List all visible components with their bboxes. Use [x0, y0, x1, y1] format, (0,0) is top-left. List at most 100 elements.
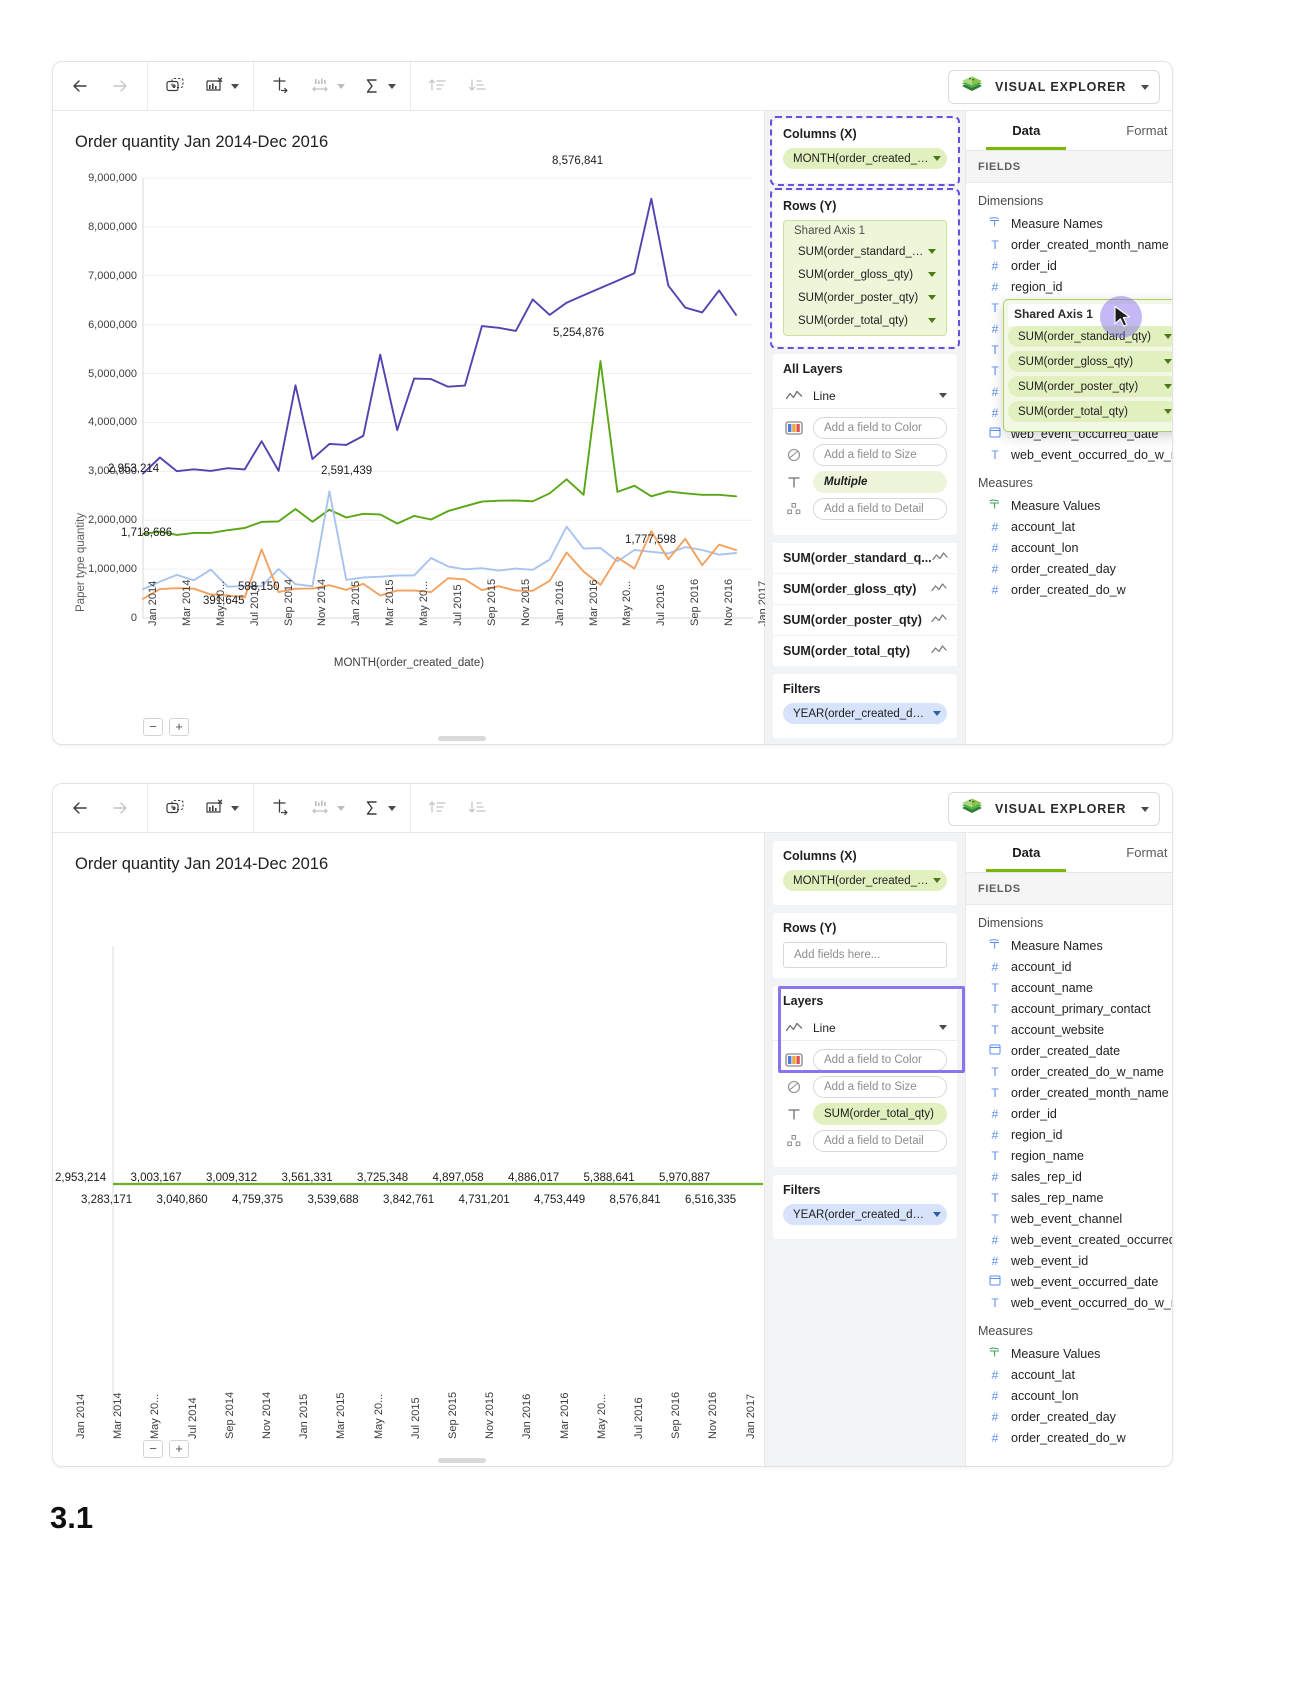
totals-dropdown[interactable]	[359, 73, 396, 99]
zoom-in-button-b[interactable]: +	[169, 1440, 189, 1458]
field-item[interactable]: #order_id	[966, 255, 1173, 276]
brand-button-top[interactable]: VISUAL EXPLORER	[948, 70, 1160, 104]
field-item[interactable]: #account_lat	[966, 1364, 1173, 1385]
size-shelf-row[interactable]: Add a field to Size	[783, 444, 947, 466]
chevron-down-icon[interactable]	[1164, 334, 1172, 339]
measure-layer-row-1[interactable]: SUM(order_gloss_qty)	[773, 574, 957, 604]
chevron-down-icon[interactable]	[933, 156, 941, 161]
field-item[interactable]: Measure Values	[966, 495, 1173, 516]
filter-pill-year[interactable]: YEAR(order_created_date)	[783, 703, 947, 724]
columns-pill-month-b[interactable]: MONTH(order_created_d...	[783, 870, 947, 891]
text-chart-bottom[interactable]: 2,953,2143,003,1673,009,3123,561,3313,72…	[53, 874, 765, 1414]
measure-layer-row-2[interactable]: SUM(order_poster_qty)	[773, 605, 957, 635]
chevron-down-icon[interactable]	[928, 295, 936, 300]
field-item[interactable]: Taccount_name	[966, 977, 1173, 998]
horizontal-scrollbar-b[interactable]	[438, 1458, 486, 1463]
tab-format-b[interactable]: Format	[1087, 833, 1173, 872]
color-dropzone[interactable]: Add a field to Color	[813, 417, 947, 439]
forward-button[interactable]	[107, 73, 133, 99]
field-item[interactable]: #region_id	[966, 1124, 1173, 1145]
field-item[interactable]: Measure Names	[966, 935, 1173, 956]
field-item[interactable]: Torder_created_month_name	[966, 1082, 1173, 1103]
field-item[interactable]: #account_lon	[966, 537, 1173, 558]
field-item[interactable]: order_created_date	[966, 1040, 1173, 1061]
horizontal-scrollbar[interactable]	[438, 736, 486, 741]
shared-axis-header[interactable]: Shared Axis 1	[788, 225, 942, 241]
fit-button[interactable]	[308, 73, 334, 99]
chevron-down-icon[interactable]	[1141, 807, 1149, 812]
columns-pill-month[interactable]: MONTH(order_created_d...	[783, 148, 947, 169]
detail-shelf-row-b[interactable]: Add a field to Detail	[783, 1130, 947, 1152]
chevron-down-icon[interactable]	[1164, 409, 1172, 414]
sort-ascending-button-b[interactable]	[425, 795, 451, 821]
swap-rows-columns-button-b[interactable]	[268, 795, 294, 821]
chevron-down-icon[interactable]	[933, 711, 941, 716]
rows-pill-1[interactable]: SUM(order_gloss_qty)	[788, 264, 942, 285]
field-item[interactable]: #order_created_do_w	[966, 579, 1173, 600]
mark-type-selector-b[interactable]: Line	[773, 1015, 957, 1041]
fit-button-b[interactable]	[308, 795, 334, 821]
measure-layer-row-0[interactable]: SUM(order_standard_q...	[773, 543, 957, 573]
dragged-pill-0[interactable]: SUM(order_standard_qty)	[1008, 326, 1173, 347]
totals-dropdown-b[interactable]	[359, 795, 396, 821]
tab-format[interactable]: Format	[1087, 111, 1173, 150]
zoom-out-button[interactable]: −	[143, 718, 163, 736]
field-item[interactable]: #web_event_id	[966, 1250, 1173, 1271]
chevron-down-icon[interactable]	[1164, 384, 1172, 389]
shared-axis-group[interactable]: Shared Axis 1 SUM(order_standard_qty)SUM…	[783, 220, 947, 336]
field-item[interactable]: Tweb_event_channel	[966, 1208, 1173, 1229]
brand-button-bottom[interactable]: VISUAL EXPLORER	[948, 792, 1160, 826]
chevron-down-icon[interactable]	[939, 1025, 947, 1030]
chevron-down-icon[interactable]	[933, 878, 941, 883]
dragged-pill-1[interactable]: SUM(order_gloss_qty)	[1008, 351, 1173, 372]
text-shelf-row[interactable]: Multiple	[783, 471, 947, 493]
field-item[interactable]: web_event_occurred_date	[966, 1271, 1173, 1292]
filters-shelf-b[interactable]: Filters YEAR(order_created_date)	[773, 1175, 957, 1239]
size-dropzone-b[interactable]: Add a field to Size	[813, 1076, 947, 1098]
sort-ascending-button[interactable]	[425, 73, 451, 99]
text-dropzone-b[interactable]: SUM(order_total_qty)	[813, 1103, 947, 1125]
detail-shelf-row[interactable]: Add a field to Detail	[783, 498, 947, 520]
sort-descending-button[interactable]	[465, 73, 491, 99]
color-shelf-row-b[interactable]: Add a field to Color	[783, 1049, 947, 1071]
size-dropzone[interactable]: Add a field to Size	[813, 444, 947, 466]
color-shelf-row[interactable]: Add a field to Color	[783, 417, 947, 439]
totals-button[interactable]	[359, 73, 385, 99]
rows-shelf[interactable]: Rows (Y) Shared Axis 1 SUM(order_standar…	[773, 191, 957, 346]
field-item[interactable]: #order_created_do_w	[966, 1427, 1173, 1448]
field-item[interactable]: Tregion_name	[966, 1145, 1173, 1166]
field-item[interactable]: #order_id	[966, 1103, 1173, 1124]
rows-dropzone-b[interactable]: Add fields here...	[783, 942, 947, 968]
clear-sheet-button-b[interactable]	[202, 795, 228, 821]
clear-sheet-dropdown[interactable]	[202, 73, 239, 99]
chevron-down-icon[interactable]	[1141, 85, 1149, 90]
chevron-down-icon[interactable]	[928, 272, 936, 277]
tab-data-b[interactable]: Data	[966, 833, 1087, 872]
tab-data[interactable]: Data	[966, 111, 1087, 150]
line-chart-top[interactable]: Paper type quantity 01,000,0002,000,0003…	[53, 152, 765, 692]
dragged-pill-3[interactable]: SUM(order_total_qty)	[1008, 401, 1173, 422]
fit-dropdown[interactable]	[308, 73, 345, 99]
filters-shelf[interactable]: Filters YEAR(order_created_date)	[773, 674, 957, 738]
field-item[interactable]: #account_lat	[966, 516, 1173, 537]
field-item[interactable]: Taccount_primary_contact	[966, 998, 1173, 1019]
field-item[interactable]: Torder_created_month_name	[966, 234, 1173, 255]
field-item[interactable]: #order_created_day	[966, 1406, 1173, 1427]
zoom-in-button[interactable]: +	[169, 718, 189, 736]
detail-dropzone[interactable]: Add a field to Detail	[813, 498, 947, 520]
chevron-down-icon[interactable]	[933, 1212, 941, 1217]
field-item[interactable]: Measure Values	[966, 1343, 1173, 1364]
field-item[interactable]: Tsales_rep_name	[966, 1187, 1173, 1208]
forward-button-b[interactable]	[107, 795, 133, 821]
field-item[interactable]: #account_id	[966, 956, 1173, 977]
field-item[interactable]: #sales_rep_id	[966, 1166, 1173, 1187]
field-item[interactable]: Tweb_event_occurred_do_w_na...	[966, 1292, 1173, 1313]
columns-shelf[interactable]: Columns (X) MONTH(order_created_d...	[773, 119, 957, 183]
text-dropzone[interactable]: Multiple	[813, 471, 947, 493]
chevron-down-icon[interactable]	[1164, 359, 1172, 364]
clear-sheet-button[interactable]	[202, 73, 228, 99]
filter-pill-year-b[interactable]: YEAR(order_created_date)	[783, 1204, 947, 1225]
measure-layer-row-3[interactable]: SUM(order_total_qty)	[773, 636, 957, 666]
field-item[interactable]: #account_lon	[966, 1385, 1173, 1406]
size-shelf-row-b[interactable]: Add a field to Size	[783, 1076, 947, 1098]
